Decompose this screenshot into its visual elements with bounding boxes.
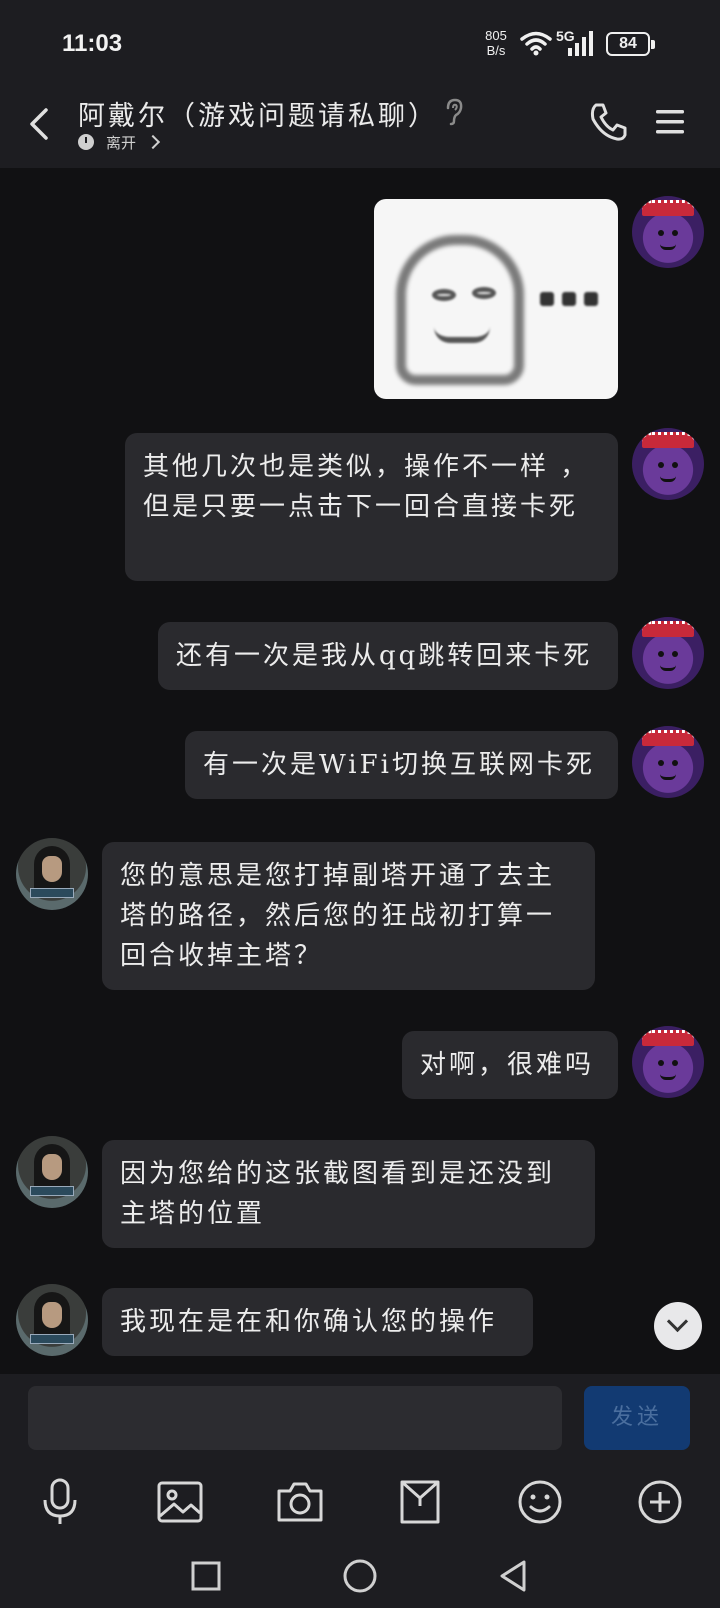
input-toolbar (0, 1472, 720, 1552)
message-list[interactable]: 其他几次也是类似，操作不一样 ，但是只要一点击下一回合直接卡死 还有一次是我从q… (0, 168, 720, 1374)
image-message[interactable] (374, 199, 618, 399)
meme-face-image (396, 235, 524, 385)
microphone-icon[interactable] (30, 1472, 90, 1532)
meme-mouth (434, 327, 490, 343)
my-avatar[interactable] (632, 1026, 704, 1098)
back-icon[interactable] (494, 1556, 534, 1596)
network-speed-value: 805 (485, 28, 507, 43)
chevron-right-icon (145, 134, 161, 150)
wifi-icon (520, 31, 552, 56)
meme-dots (540, 291, 610, 307)
camera-icon[interactable] (270, 1472, 330, 1532)
input-area: 发送 (0, 1374, 720, 1608)
contact-avatar[interactable] (16, 1284, 88, 1356)
contact-avatar[interactable] (16, 1136, 88, 1208)
away-clock-icon (78, 134, 94, 150)
recents-icon[interactable] (186, 1556, 226, 1596)
meme-eye (432, 289, 456, 301)
network-speed: 805 B/s (481, 28, 511, 58)
message-bubble-outgoing[interactable]: 其他几次也是类似，操作不一样 ，但是只要一点击下一回合直接卡死 (125, 433, 618, 581)
message-bubble-outgoing[interactable]: 有一次是WiFi切换互联网卡死 (185, 731, 618, 799)
my-avatar[interactable] (632, 196, 704, 268)
message-bubble-incoming[interactable]: 因为您给的这张截图看到是还没到主塔的位置 (102, 1140, 595, 1248)
message-input[interactable] (28, 1386, 562, 1450)
presence-status[interactable]: 离开 (78, 130, 161, 154)
home-icon[interactable] (340, 1556, 380, 1596)
emoji-icon[interactable] (510, 1472, 570, 1532)
image-icon[interactable] (150, 1472, 210, 1532)
my-avatar[interactable] (632, 617, 704, 689)
meme-eye (472, 287, 496, 299)
battery-indicator: 84 (606, 32, 655, 56)
phone-call-icon[interactable] (586, 100, 630, 144)
message-bubble-outgoing[interactable]: 对啊，很难吗 (402, 1031, 618, 1099)
send-button[interactable]: 发送 (584, 1386, 690, 1450)
scroll-to-bottom-button[interactable] (654, 1302, 702, 1350)
chat-header: 阿戴尔（游戏问题请私聊） 离开 (0, 88, 720, 168)
contact-name[interactable]: 阿戴尔（游戏问题请私聊） (78, 94, 438, 133)
status-bar: 11:03 805 B/s 5G 84 (0, 0, 720, 88)
message-bubble-outgoing[interactable]: 还有一次是我从qq跳转回来卡死 (158, 622, 618, 690)
clock: 11:03 (62, 30, 123, 57)
network-speed-unit: B/s (486, 43, 506, 58)
signal-icon (568, 31, 593, 56)
my-avatar[interactable] (632, 428, 704, 500)
my-avatar[interactable] (632, 726, 704, 798)
folder-icon[interactable] (390, 1472, 450, 1532)
message-bubble-incoming[interactable]: 我现在是在和你确认您的操作 (102, 1288, 533, 1356)
presence-label: 离开 (106, 133, 137, 152)
menu-icon[interactable] (650, 104, 690, 140)
ear-icon[interactable] (444, 98, 464, 126)
plus-icon[interactable] (630, 1472, 690, 1532)
back-arrow-icon[interactable] (20, 102, 60, 146)
contact-avatar[interactable] (16, 838, 88, 910)
message-bubble-incoming[interactable]: 您的意思是您打掉副塔开通了去主塔的路径，然后您的狂战初打算一回合收掉主塔？ (102, 842, 595, 990)
system-nav-bar (0, 1546, 720, 1608)
